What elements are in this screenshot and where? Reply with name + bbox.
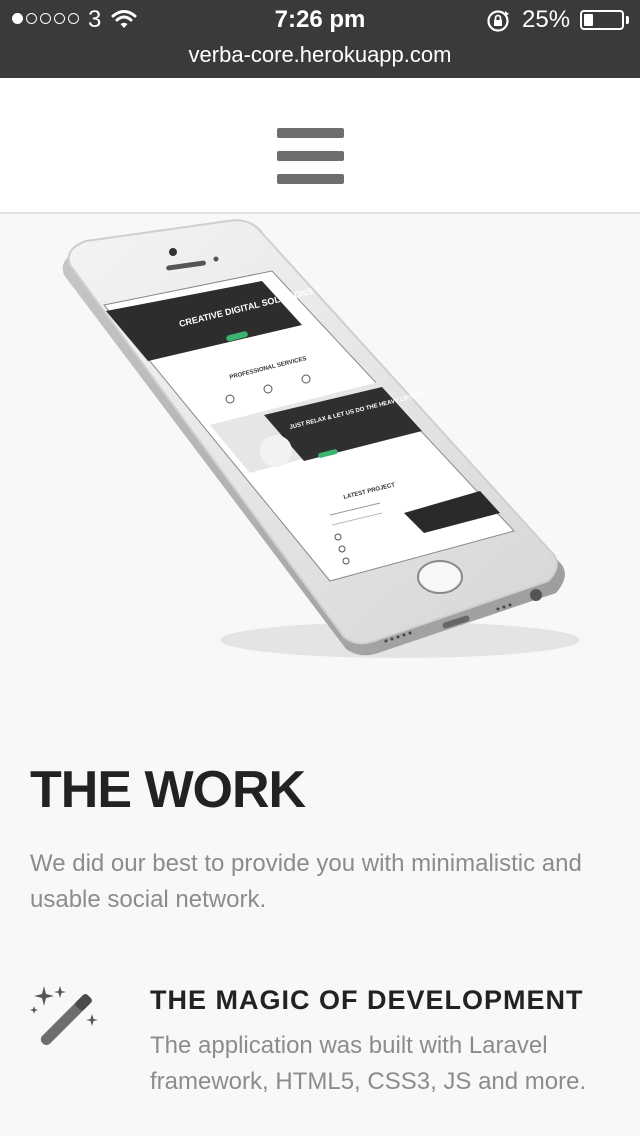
address-bar-url[interactable]: verba-core.herokuapp.com: [0, 42, 640, 68]
feature-description: The application was built with Laravel f…: [150, 1032, 587, 1095]
battery-nub: [626, 16, 629, 24]
battery-icon: [580, 10, 624, 30]
status-bar: 3 7:26 pm 25% verba-core.herokuapp.com: [0, 0, 640, 78]
hamburger-menu-icon[interactable]: [277, 128, 344, 184]
site-header: [0, 78, 640, 214]
section-description: We did our best to provide you with mini…: [30, 850, 582, 913]
section-title: THE WORK: [30, 761, 306, 819]
battery-percent: 25%: [522, 6, 571, 33]
rotation-lock-icon: [487, 10, 509, 32]
magic-wand-icon: [30, 986, 98, 1046]
feature-title: THE MAGIC OF DEVELOPMENT: [150, 985, 584, 1015]
phone-mockup-illustration: CREATIVE DIGITAL SOLUTIONS PROFESSIONAL …: [62, 219, 580, 658]
